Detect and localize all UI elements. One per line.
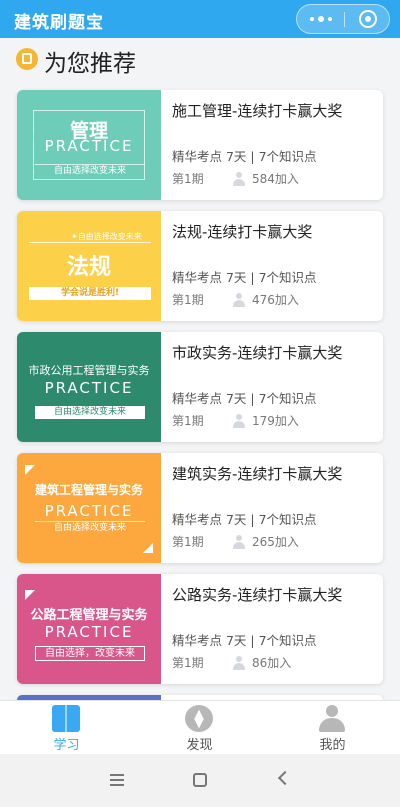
app-header: 建筑刷题宝	[0, 0, 400, 38]
course-issue: 第1期	[172, 414, 204, 428]
course-thumbnail: 公路工程管理与实务 PRACTICE 自由选择，改变未来	[17, 574, 161, 684]
course-issue: 第1期	[172, 293, 204, 307]
book-icon	[52, 705, 80, 732]
joined-label: 265加入	[252, 535, 299, 549]
course-card[interactable]: ✦自由选择改变未来 法规 学会说是胜利! 法规-连续打卡赢大奖 精华考点 7天 …	[17, 211, 383, 321]
thumbnail-subject: 市政公用工程管理与实务	[28, 364, 150, 377]
person-icon	[232, 292, 246, 307]
menu-icon[interactable]	[110, 774, 124, 786]
course-points: 精华考点 7天 | 7个知识点	[172, 270, 317, 285]
home-icon[interactable]	[193, 773, 207, 787]
thumbnail-practice-text: PRACTICE	[44, 623, 134, 641]
joined-count: 86加入	[232, 654, 291, 671]
corner-mark	[25, 590, 35, 600]
course-card[interactable]: 建筑工程管理与实务 PRACTICE 自由选择改变未来 建筑实务-连续打卡赢大奖…	[17, 453, 383, 563]
tab-study[interactable]: 学习	[0, 701, 133, 755]
course-points: 精华考点 7天 | 7个知识点	[172, 391, 317, 406]
joined-label: 476加入	[252, 293, 299, 307]
corner-mark	[25, 465, 35, 475]
joined-label: 179加入	[252, 414, 299, 428]
course-points: 精华考点 7天 | 7个知识点	[172, 633, 317, 648]
thumbnail-slogan: 自由选择改变未来	[35, 164, 145, 177]
joined-count: 265加入	[232, 533, 299, 550]
miniprogram-capsule	[296, 4, 390, 34]
recommend-icon	[16, 48, 38, 70]
course-issue: 第1期	[172, 535, 204, 549]
corner-mark	[143, 543, 153, 553]
course-points: 精华考点 7天 | 7个知识点	[172, 149, 317, 164]
compass-icon	[185, 705, 213, 732]
app-title: 建筑刷题宝	[14, 13, 104, 33]
person-icon	[232, 655, 246, 670]
joined-count: 584加入	[232, 170, 299, 187]
user-icon	[318, 705, 346, 732]
course-thumbnail: 建筑工程管理与实务 PRACTICE 自由选择改变未来	[17, 453, 161, 563]
thumbnail-subject: 公路工程管理与实务	[30, 608, 148, 623]
course-card[interactable]: 公路工程管理与实务 PRACTICE 自由选择，改变未来 公路实务-连续打卡赢大…	[17, 574, 383, 684]
tab-me[interactable]: 我的	[266, 701, 399, 755]
close-miniprogram-button[interactable]	[345, 5, 390, 33]
thumbnail-line	[29, 242, 151, 243]
joined-count: 476加入	[232, 291, 299, 308]
thumbnail-slogan: 自由选择，改变未来	[35, 646, 145, 661]
dot-icon	[309, 17, 314, 21]
back-icon[interactable]	[277, 770, 293, 786]
course-points: 精华考点 7天 | 7个知识点	[172, 512, 317, 527]
course-card[interactable]: 市政公用工程管理与实务 PRACTICE 自由选择改变未来 市政实务-连续打卡赢…	[17, 332, 383, 442]
thumbnail-practice-text: PRACTICE	[44, 502, 134, 520]
person-icon	[232, 413, 246, 428]
tab-label: 我的	[319, 738, 346, 753]
thumbnail-practice-text: PRACTICE	[44, 379, 134, 397]
tab-label: 发现	[186, 738, 213, 753]
course-title: 法规-连续打卡赢大奖	[172, 223, 313, 241]
thumbnail-slogan: 学会说是胜利!	[29, 287, 151, 300]
recommend-section-header: 为您推荐	[0, 40, 400, 84]
section-title: 为您推荐	[44, 51, 136, 77]
thumbnail-subject: 法规	[66, 255, 111, 280]
dot-icon	[317, 16, 324, 22]
course-issue: 第1期	[172, 172, 204, 186]
course-title: 施工管理-连续打卡赢大奖	[172, 102, 343, 120]
tab-discover[interactable]: 发现	[133, 701, 266, 755]
person-icon	[232, 171, 246, 186]
more-options-button[interactable]	[297, 5, 344, 33]
course-thumbnail: ✦自由选择改变未来 法规 学会说是胜利!	[17, 211, 161, 321]
course-title: 公路实务-连续打卡赢大奖	[172, 586, 343, 604]
thumbnail-practice-text: PRACTICE	[44, 137, 134, 155]
joined-label: 584加入	[252, 172, 299, 186]
target-icon	[358, 10, 377, 28]
thumbnail-slogan: 自由选择改变未来	[35, 406, 145, 419]
joined-count: 179加入	[232, 412, 299, 429]
thumbnail-subject: 建筑工程管理与实务	[34, 483, 143, 497]
joined-label: 86加入	[252, 656, 292, 670]
dot-icon	[327, 17, 332, 21]
course-card[interactable]: 管理 PRACTICE 自由选择改变未来 施工管理-连续打卡赢大奖 精华考点 7…	[17, 90, 383, 200]
course-title: 建筑实务-连续打卡赢大奖	[172, 465, 343, 483]
thumbnail-small-text: ✦自由选择改变未来	[71, 232, 142, 241]
thumbnail-slogan: 自由选择改变未来	[35, 521, 145, 534]
person-icon	[232, 534, 246, 549]
bottom-tab-bar: 学习 发现 我的	[0, 700, 400, 754]
course-issue: 第1期	[172, 656, 204, 670]
course-thumbnail: 管理 PRACTICE 自由选择改变未来	[17, 90, 161, 200]
course-title: 市政实务-连续打卡赢大奖	[172, 344, 343, 362]
course-thumbnail: 市政公用工程管理与实务 PRACTICE 自由选择改变未来	[17, 332, 161, 442]
system-nav-bar	[0, 754, 400, 807]
tab-label: 学习	[53, 738, 80, 753]
